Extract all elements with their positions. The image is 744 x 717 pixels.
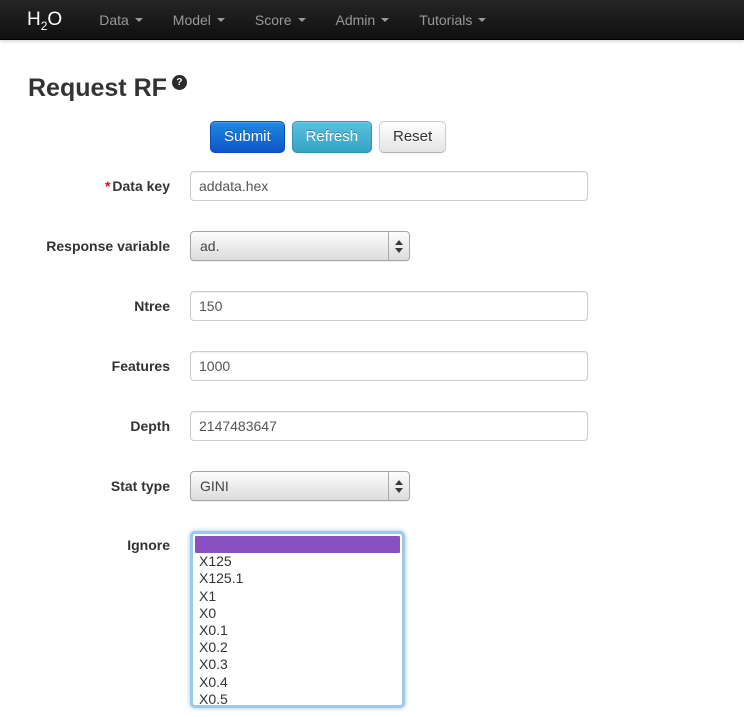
nav-menu: Data Model Score Admin Tutorials [84,0,501,39]
response-variable-value: ad. [200,238,219,254]
response-variable-label: Response variable [28,231,190,261]
chevron-down-icon [217,18,225,22]
page-content: Request RF? Submit Refresh Reset *Data k… [0,73,744,708]
chevron-down-icon [381,18,389,22]
field-row-depth: Depth [28,411,744,441]
select-arrows-icon [388,232,409,260]
ignore-option[interactable] [195,536,400,553]
field-row-ignore: Ignore X125 X125.1 X1 X0 X0.1 X0.2 X0.3 … [28,531,744,708]
chevron-down-icon [135,18,143,22]
submit-button[interactable]: Submit [210,121,285,153]
response-variable-select[interactable]: ad. [190,231,410,261]
help-icon[interactable]: ? [172,75,187,90]
field-row-response-variable: Response variable ad. [28,231,744,261]
chevron-down-icon [298,18,306,22]
chevron-down-icon [478,18,486,22]
down-arrow-icon [395,248,403,253]
nav-item-tutorials[interactable]: Tutorials [404,0,501,39]
up-arrow-icon [395,240,403,245]
page-title: Request RF? [28,73,744,103]
nav-item-admin[interactable]: Admin [321,0,405,39]
field-row-data-key: *Data key [28,171,744,201]
ignore-label: Ignore [28,531,190,708]
request-rf-form: *Data key Response variable ad. Ntree Fe… [28,171,744,708]
field-row-ntree: Ntree [28,291,744,321]
ignore-option[interactable]: X0.2 [195,639,400,656]
ignore-option[interactable]: X125.1 [195,570,400,587]
action-buttons: Submit Refresh Reset [210,121,744,153]
up-arrow-icon [395,480,403,485]
down-arrow-icon [395,488,403,493]
select-arrows-icon [388,472,409,500]
field-row-features: Features [28,351,744,381]
depth-input[interactable] [190,411,588,441]
ignore-multiselect[interactable]: X125 X125.1 X1 X0 X0.1 X0.2 X0.3 X0.4 X0… [190,531,405,708]
navbar: H2O Data Model Score Admin Tutorials [0,0,744,40]
refresh-button[interactable]: Refresh [292,121,373,153]
nav-item-data[interactable]: Data [84,0,158,39]
stat-type-select[interactable]: GINI [190,471,410,501]
field-row-stat-type: Stat type GINI [28,471,744,501]
reset-button[interactable]: Reset [379,121,446,153]
depth-label: Depth [28,411,190,441]
brand-logo[interactable]: H2O [0,0,84,39]
ignore-option[interactable]: X0 [195,605,400,622]
ignore-option[interactable]: X0.5 [195,691,400,708]
data-key-label: *Data key [28,171,190,201]
nav-item-score[interactable]: Score [240,0,321,39]
ntree-input[interactable] [190,291,588,321]
features-input[interactable] [190,351,588,381]
stat-type-label: Stat type [28,471,190,501]
ignore-option[interactable]: X0.1 [195,622,400,639]
stat-type-value: GINI [200,478,229,494]
ignore-option[interactable]: X125 [195,553,400,570]
ntree-label: Ntree [28,291,190,321]
ignore-option[interactable]: X0.3 [195,656,400,673]
ignore-option[interactable]: X1 [195,588,400,605]
required-asterisk: * [105,178,110,194]
features-label: Features [28,351,190,381]
data-key-input[interactable] [190,171,588,201]
nav-item-model[interactable]: Model [158,0,240,39]
ignore-option[interactable]: X0.4 [195,674,400,691]
